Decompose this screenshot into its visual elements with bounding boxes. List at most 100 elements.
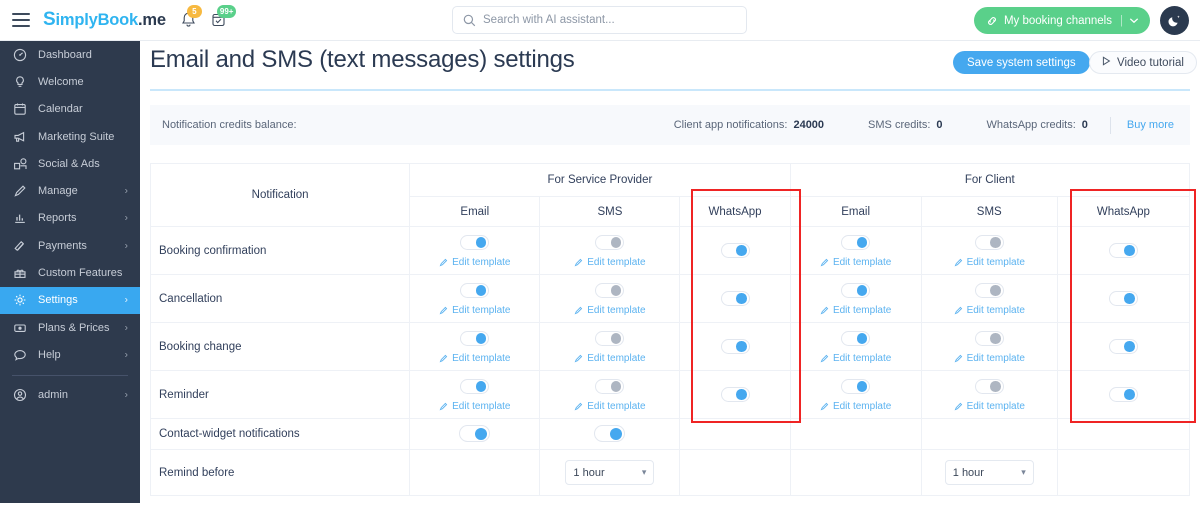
calendar-check-icon[interactable]: 99+: [209, 5, 237, 31]
sidebar-item-payments[interactable]: Payments ›: [0, 232, 140, 259]
sidebar-item-settings[interactable]: Settings ›: [0, 286, 140, 314]
edit-template-link[interactable]: Edit template: [410, 257, 539, 268]
edit-template-link[interactable]: Edit template: [922, 401, 1057, 412]
chevron-down-icon[interactable]: [1129, 17, 1139, 24]
edit-template-link[interactable]: Edit template: [791, 257, 921, 268]
search-bar[interactable]: [452, 6, 747, 34]
sidebar-item-welcome[interactable]: Welcome: [0, 68, 140, 95]
edit-template-link[interactable]: Edit template: [410, 353, 539, 364]
pencil-icon: [439, 258, 448, 266]
brand-logo[interactable]: SimplyBook.me: [43, 9, 166, 31]
sidebar-item-social-ads[interactable]: Social & Ads: [0, 150, 140, 177]
cell-provider-email: [409, 418, 541, 450]
calendar-badge: 99+: [216, 5, 237, 18]
search-input[interactable]: [483, 14, 736, 26]
sidebar-item-dashboard[interactable]: Dashboard: [0, 41, 140, 68]
sidebar-item-marketing-suite[interactable]: Marketing Suite: [0, 123, 140, 150]
edit-template-link[interactable]: Edit template: [922, 353, 1057, 364]
cell-client-whatsapp: [1056, 322, 1191, 371]
toggle-provider-email[interactable]: [460, 330, 490, 346]
toggle-client-whatsapp[interactable]: [1108, 338, 1138, 354]
toggle-client-whatsapp[interactable]: [1108, 386, 1138, 402]
credits-values: Client app notifications: 24000 SMS cred…: [652, 116, 1190, 134]
toggle-contact-widget-sms[interactable]: [594, 425, 626, 443]
edit-template-link[interactable]: Edit template: [540, 257, 679, 268]
cell-provider-email: Edit template: [409, 274, 541, 323]
edit-template-label: Edit template: [832, 352, 892, 364]
toggle-client-sms[interactable]: [974, 282, 1004, 298]
edit-template-link[interactable]: Edit template: [922, 257, 1057, 268]
table-row: Contact-widget notifications: [149, 418, 1191, 450]
toggle-client-email[interactable]: [841, 378, 871, 394]
edit-template-link[interactable]: Edit template: [410, 305, 539, 316]
cell-provider-email: Edit template: [409, 322, 541, 371]
cell-provider-email: Edit template: [409, 226, 541, 275]
hamburger-icon[interactable]: [12, 13, 30, 27]
cell-client-sms: Edit template: [920, 274, 1058, 323]
toggle-provider-sms[interactable]: [595, 234, 625, 250]
sidebar-item-manage[interactable]: Manage ›: [0, 177, 140, 204]
sidebar-item-help[interactable]: Help ›: [0, 341, 140, 368]
cell-provider-sms: Edit template: [539, 226, 681, 275]
toggle-client-email[interactable]: [841, 330, 871, 346]
notification-credits-bar: Notification credits balance: Client app…: [150, 105, 1190, 145]
bell-icon[interactable]: 5: [179, 5, 202, 31]
credit-label: Client app notifications:: [673, 119, 788, 131]
pencil-icon: [574, 306, 583, 314]
toggle-provider-email[interactable]: [460, 234, 490, 250]
cell-client-email: [789, 449, 922, 496]
toggle-client-sms[interactable]: [974, 234, 1004, 250]
remind-before-client-select[interactable]: 1 hour ▾: [944, 460, 1034, 485]
sidebar-item-plans-prices[interactable]: Plans & Prices ›: [0, 314, 140, 341]
sidebar-item-reports[interactable]: Reports ›: [0, 205, 140, 232]
remind-before-provider-select[interactable]: 1 hour ▾: [565, 460, 655, 485]
my-booking-channels-button[interactable]: My booking channels |: [973, 7, 1150, 34]
toggle-provider-sms[interactable]: [595, 282, 625, 298]
toggle-contact-widget-email[interactable]: [459, 425, 491, 443]
channel-header-provider-email: Email: [409, 196, 541, 227]
toggle-provider-whatsapp[interactable]: [720, 290, 750, 306]
cell-provider-whatsapp: [679, 449, 791, 496]
edit-template-link[interactable]: Edit template: [922, 305, 1057, 316]
toggle-client-whatsapp[interactable]: [1108, 242, 1138, 258]
toggle-provider-sms[interactable]: [595, 378, 625, 394]
sidebar-item-label: Custom Features: [38, 267, 123, 280]
edit-template-link[interactable]: Edit template: [410, 401, 539, 412]
gift-icon: [13, 266, 30, 280]
toggle-provider-email[interactable]: [460, 378, 490, 394]
edit-template-label: Edit template: [966, 256, 1025, 268]
toggle-client-email[interactable]: [841, 234, 871, 250]
toggle-client-sms[interactable]: [974, 378, 1004, 394]
toggle-client-sms[interactable]: [974, 330, 1004, 346]
sidebar-item-calendar[interactable]: Calendar: [0, 96, 140, 123]
edit-template-link[interactable]: Edit template: [791, 353, 921, 364]
row-label: Booking change: [149, 322, 411, 371]
toggle-provider-whatsapp[interactable]: [720, 386, 750, 402]
toggle-client-whatsapp[interactable]: [1108, 290, 1138, 306]
toggle-provider-whatsapp[interactable]: [720, 242, 750, 258]
edit-template-label: Edit template: [452, 352, 511, 364]
cell-provider-sms: Edit template: [539, 322, 681, 371]
toggle-provider-sms[interactable]: [595, 330, 625, 346]
buy-more-link[interactable]: Buy more: [1111, 119, 1190, 131]
cell-provider-email: [409, 449, 541, 496]
sidebar-item-custom-features[interactable]: Custom Features: [0, 259, 140, 286]
edit-template-link[interactable]: Edit template: [791, 401, 921, 412]
pencil-icon: [954, 402, 962, 410]
remind-before-client-value: 1 hour: [952, 466, 984, 479]
dark-mode-toggle[interactable]: [1160, 6, 1189, 35]
cell-client-whatsapp: [1056, 418, 1191, 450]
credit-value: 24000: [793, 119, 825, 131]
edit-template-link[interactable]: Edit template: [791, 305, 921, 316]
pencil-icon: [574, 354, 583, 362]
save-system-settings-button[interactable]: Save system settings: [953, 51, 1090, 74]
video-tutorial-button[interactable]: Video tutorial: [1089, 51, 1197, 74]
toggle-provider-whatsapp[interactable]: [720, 338, 750, 354]
edit-template-link[interactable]: Edit template: [540, 401, 679, 412]
toggle-provider-email[interactable]: [460, 282, 490, 298]
sidebar-item-admin[interactable]: admin ›: [0, 382, 140, 409]
edit-template-link[interactable]: Edit template: [540, 305, 679, 316]
toggle-client-email[interactable]: [841, 282, 871, 298]
edit-template-link[interactable]: Edit template: [540, 353, 679, 364]
sidebar-item-label: Settings: [38, 294, 78, 307]
